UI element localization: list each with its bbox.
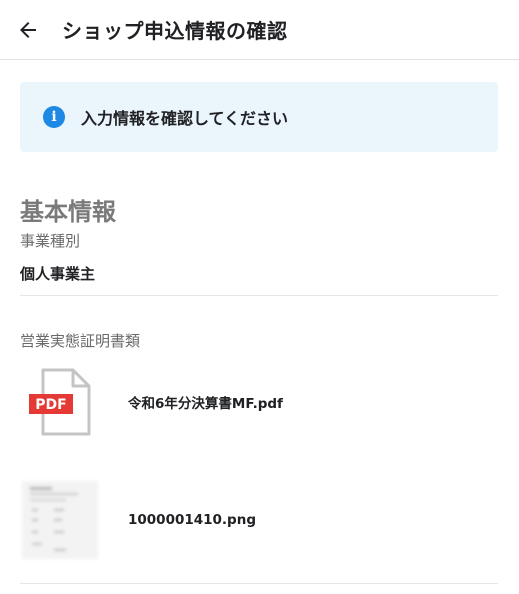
- section-title: 基本情報: [20, 198, 116, 226]
- back-button[interactable]: [0, 0, 58, 60]
- info-icon: i: [43, 106, 65, 128]
- info-banner-text: 入力情報を確認してください: [81, 109, 289, 128]
- documents-label: 営業実態証明書類: [20, 332, 141, 350]
- pdf-badge-text: PDF: [35, 397, 66, 413]
- image-thumbnail: [20, 480, 100, 560]
- page-title: ショップ申込情報の確認: [62, 19, 288, 43]
- file-name: 令和6年分決算書MF.pdf: [128, 396, 283, 412]
- file-item-pdf[interactable]: PDF 令和6年分決算書MF.pdf: [20, 362, 498, 442]
- app-bar: ショップ申込情報の確認: [0, 0, 519, 60]
- business-type-label: 事業種別: [20, 232, 81, 250]
- business-type-value: 個人事業主: [20, 265, 96, 283]
- file-name: 1000001410.png: [128, 512, 256, 528]
- pdf-file-icon: PDF: [20, 362, 100, 442]
- file-item-png[interactable]: 1000001410.png: [20, 480, 498, 560]
- divider: [20, 583, 498, 584]
- arrow-left-icon: [20, 21, 36, 38]
- divider: [20, 295, 498, 296]
- info-banner: i 入力情報を確認してください: [20, 82, 498, 152]
